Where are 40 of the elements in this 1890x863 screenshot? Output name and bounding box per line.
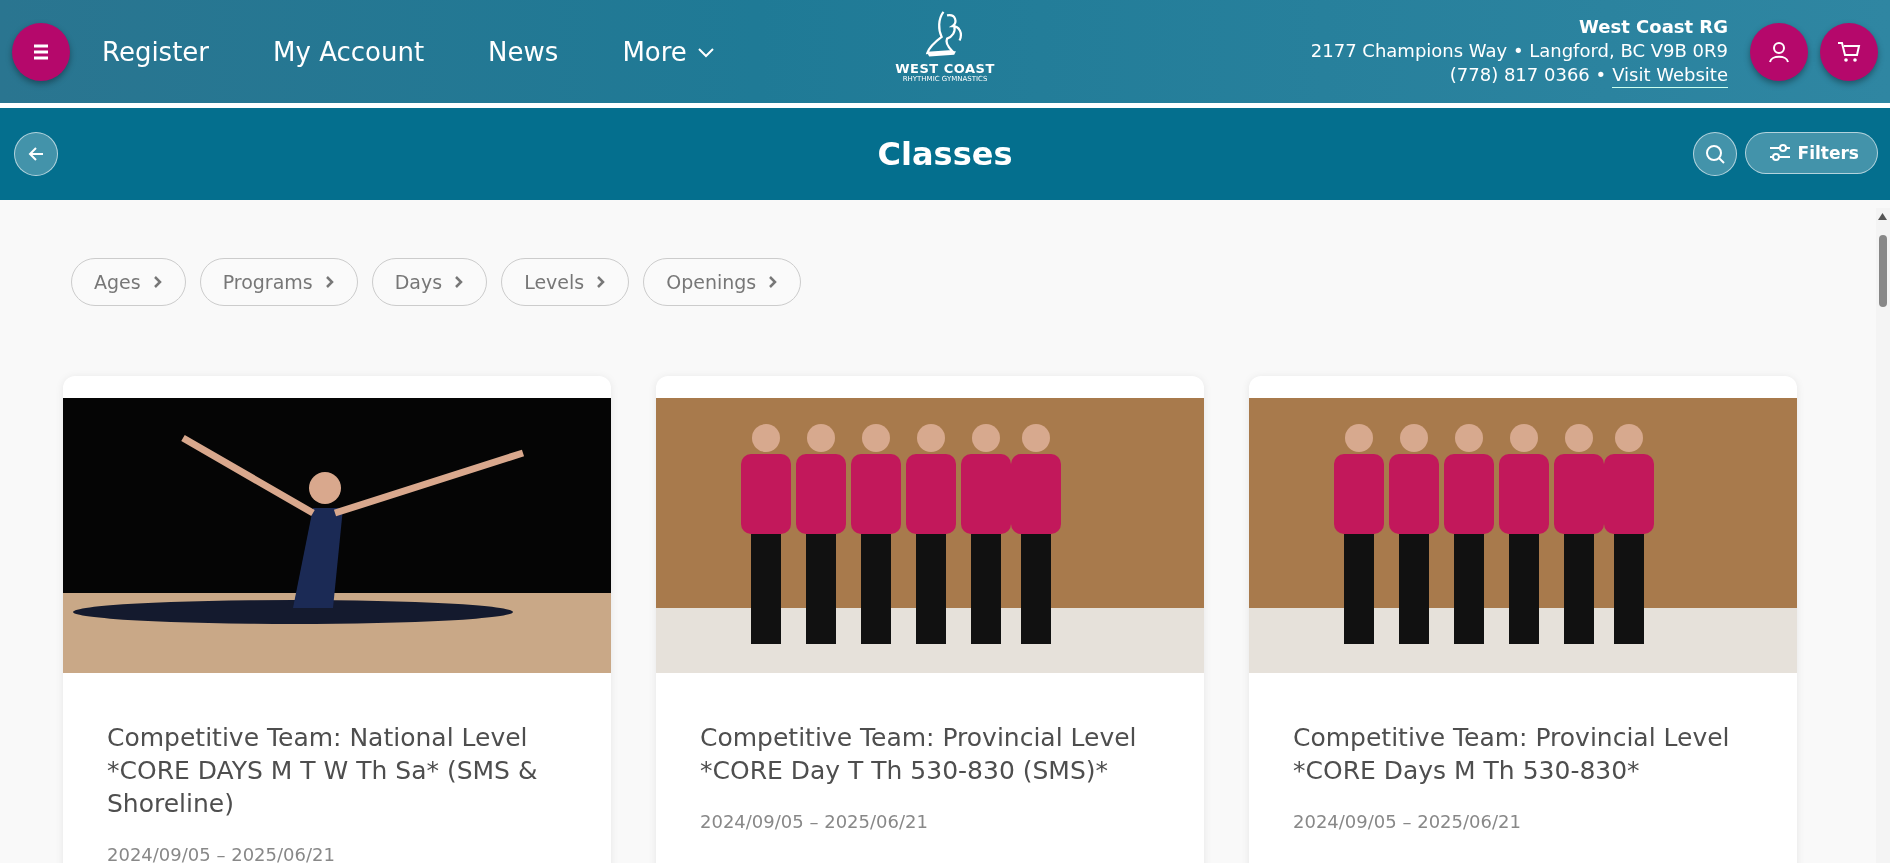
website-link[interactable]: Visit Website bbox=[1612, 63, 1728, 88]
club-phone: (778) 817 0366 • bbox=[1449, 63, 1607, 87]
club-address: 2177 Champions Way • Langford, BC V9B 0R9 bbox=[1310, 39, 1728, 63]
nav-link[interactable]: My Account bbox=[273, 36, 425, 67]
more-menu[interactable]: More bbox=[622, 36, 715, 67]
class-card[interactable]: Competitive Team: Provincial Level *CORE Day T Th 530-830 (SMS)* 2024/09/05 – 2025/06/21 bbox=[656, 376, 1204, 863]
chevron-right-icon bbox=[454, 275, 465, 289]
logo-name: WEST COAST bbox=[895, 62, 995, 75]
back-button[interactable] bbox=[14, 132, 58, 176]
class-title: Competitive Team: National Level *CORE DAYS M T W Th Sa* (SMS & Shoreline) bbox=[107, 722, 539, 820]
class-dates: 2024/09/05 – 2025/06/21 bbox=[107, 844, 336, 863]
class-card[interactable]: Competitive Team: Provincial Level *CORE Days M Th 530-830* 2024/09/05 – 2025/06/21 bbox=[1249, 376, 1797, 863]
filters-button[interactable]: Filters bbox=[1744, 132, 1878, 174]
scroll-up-icon[interactable] bbox=[1878, 213, 1887, 220]
page-title: Classes bbox=[877, 135, 1013, 173]
filter-chip[interactable]: Days bbox=[371, 258, 488, 306]
class-title: Competitive Team: Provincial Level *CORE Day T Th 530-830 (SMS)* bbox=[700, 722, 1138, 787]
chevron-down-icon bbox=[696, 45, 715, 58]
class-dates: 2024/09/05 – 2025/06/21 bbox=[700, 811, 929, 832]
chevron-right-icon bbox=[768, 275, 779, 289]
nav-link[interactable]: News bbox=[488, 36, 559, 67]
filter-chip[interactable]: Programs bbox=[199, 258, 358, 306]
sliders-icon bbox=[1767, 143, 1792, 163]
search-button[interactable] bbox=[1692, 132, 1737, 176]
menu-button[interactable] bbox=[12, 22, 70, 81]
cart-button[interactable] bbox=[1820, 22, 1878, 81]
search-icon bbox=[1703, 143, 1726, 165]
scrollbar-thumb[interactable] bbox=[1879, 235, 1887, 307]
filter-chip[interactable]: Levels bbox=[501, 258, 630, 306]
chevron-right-icon bbox=[596, 275, 607, 289]
filter-chip[interactable]: Ages bbox=[71, 258, 186, 306]
nav-link[interactable]: Register bbox=[102, 36, 210, 67]
chevron-right-icon bbox=[152, 275, 163, 289]
chevron-right-icon bbox=[324, 275, 335, 289]
class-dates: 2024/09/05 – 2025/06/21 bbox=[1293, 811, 1522, 832]
club-name: West Coast RG bbox=[1579, 15, 1728, 39]
class-card[interactable]: Competitive Team: National Level *CORE DAYS M T W Th Sa* (SMS & Shoreline) 2024/09/05 – 2025/06/21 bbox=[63, 376, 611, 863]
account-button[interactable] bbox=[1750, 22, 1808, 81]
class-title: Competitive Team: Provincial Level *CORE Days M Th 530-830* bbox=[1293, 722, 1731, 787]
filter-chip[interactable]: Openings bbox=[643, 258, 802, 306]
